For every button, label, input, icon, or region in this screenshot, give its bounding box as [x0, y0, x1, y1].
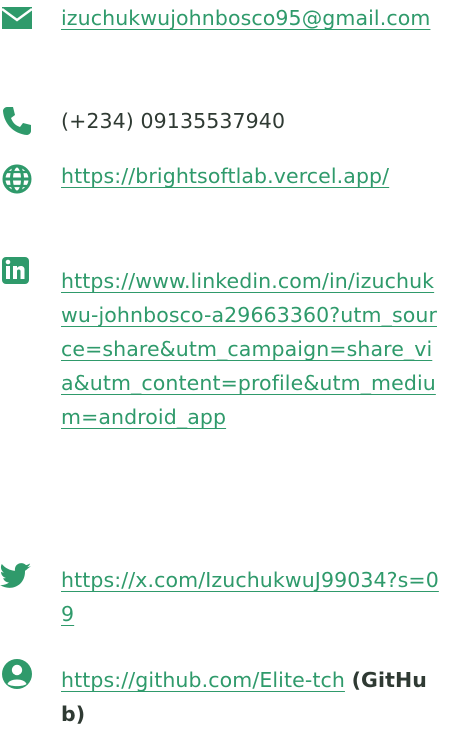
- user-icon: [0, 657, 34, 691]
- linkedin-icon: [0, 253, 34, 287]
- website-link[interactable]: https://brightsoftlab.vercel.app/: [61, 159, 443, 193]
- linkedin-link[interactable]: https://www.linkedin.com/in/izuchukwu-jo…: [61, 264, 443, 434]
- github-contact: https://github.com/Elite-tch (GitHub): [61, 663, 443, 731]
- envelope-icon: [0, 1, 34, 35]
- email-link[interactable]: izuchukwujohnbosco95@gmail.com: [61, 1, 443, 35]
- github-link[interactable]: https://github.com/Elite-tch: [61, 668, 345, 692]
- twitter-icon: [0, 559, 34, 593]
- phone-number: (+234) 09135537940: [61, 109, 286, 133]
- phone-icon: [0, 104, 34, 138]
- twitter-link[interactable]: https://x.com/IzuchukwuJ99034?s=09: [61, 563, 443, 631]
- globe-icon: [0, 162, 34, 196]
